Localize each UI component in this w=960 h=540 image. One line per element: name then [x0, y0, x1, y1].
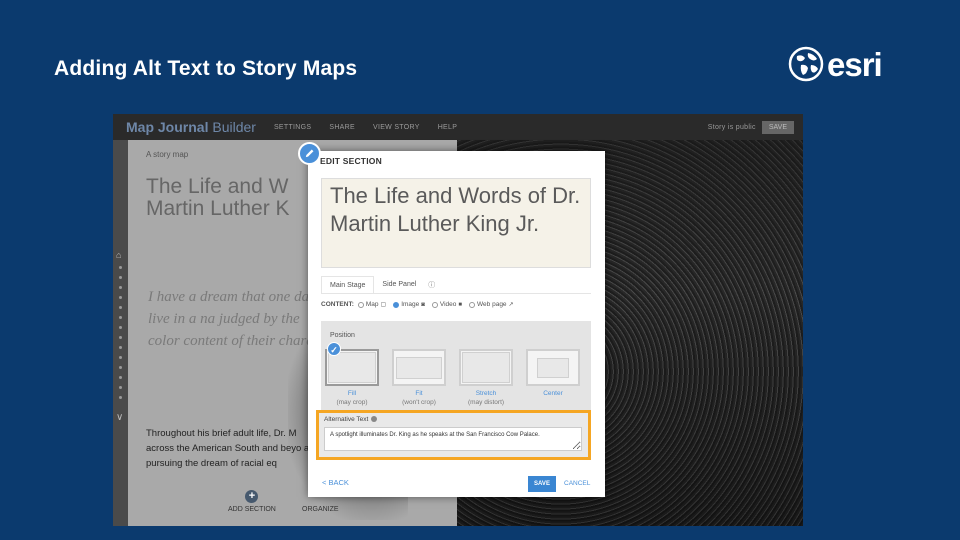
content-option-image[interactable]: Image ◙ — [393, 301, 425, 308]
back-button[interactable]: < BACK — [322, 478, 349, 487]
section-title-field[interactable]: The Life and Words of Dr. Martin Luther … — [321, 178, 591, 268]
info-icon[interactable]: ⓘ — [424, 276, 439, 293]
home-icon[interactable]: ⌂ — [116, 250, 121, 260]
menu-share[interactable]: SHARE — [329, 124, 355, 131]
nav-dot[interactable] — [119, 306, 122, 309]
story-quote: I have a dream that one day live in a na… — [148, 289, 316, 349]
nav-dot[interactable] — [119, 296, 122, 299]
nav-dot[interactable] — [119, 336, 122, 339]
story-label: A story map — [146, 150, 189, 159]
section-nav: ⌂ ∨ — [113, 140, 128, 526]
slide-title: Adding Alt Text to Story Maps — [54, 57, 358, 80]
nav-dot[interactable] — [119, 356, 122, 359]
external-link-icon: ↗ — [508, 302, 514, 308]
menu-help[interactable]: HELP — [438, 124, 458, 131]
builder-toolbar: Map Journal Builder SETTINGS SHARE VIEW … — [113, 114, 803, 140]
edit-section-dialog: EDIT SECTION The Life and Words of Dr. M… — [308, 151, 605, 497]
organize-button[interactable]: ORGANIZE — [302, 506, 339, 513]
nav-dot[interactable] — [119, 366, 122, 369]
app-title: Map Journal Builder — [126, 119, 256, 135]
globe-icon — [788, 46, 824, 82]
check-icon: ✓ — [327, 342, 341, 356]
menu-settings[interactable]: SETTINGS — [274, 124, 311, 131]
add-section-button[interactable]: + ADD SECTION — [228, 490, 276, 513]
alt-text-section: Alternative Text A spotlight illuminates… — [316, 410, 591, 460]
position-label: Position — [330, 332, 355, 339]
content-option-webpage[interactable]: Web page ↗ — [469, 301, 514, 308]
content-option-video[interactable]: Video ■ — [431, 301, 463, 308]
nav-dot[interactable] — [119, 286, 122, 289]
menu-view-story[interactable]: VIEW STORY — [373, 124, 420, 131]
save-button[interactable]: SAVE — [528, 476, 556, 492]
dialog-tabs: Main Stage Side Panel ⓘ — [321, 276, 591, 294]
nav-dot[interactable] — [119, 276, 122, 279]
nav-dot[interactable] — [119, 396, 122, 399]
nav-dot[interactable] — [119, 316, 122, 319]
position-stretch[interactable]: Stretch (may distort) — [458, 349, 514, 407]
chevron-down-icon[interactable]: ∨ — [116, 412, 123, 423]
position-fill[interactable]: Fill (may crop) — [324, 349, 380, 407]
position-selector: Position Fill (may crop) ✓ Fit (won't cr… — [321, 321, 591, 413]
story-map-builder-screenshot: Map Journal Builder SETTINGS SHARE VIEW … — [113, 114, 803, 526]
map-icon: ▢ — [380, 302, 387, 308]
story-status: Story is public — [707, 123, 756, 131]
content-type-selector: CONTENT: Map ▢ Image ◙ Video ■ Web page ↗ — [321, 301, 596, 308]
cancel-button[interactable]: CANCEL — [564, 480, 590, 487]
nav-dot[interactable] — [119, 386, 122, 389]
help-icon[interactable] — [371, 416, 378, 423]
story-body: Throughout his brief adult life, Dr. M a… — [146, 428, 320, 469]
nav-dot[interactable] — [119, 376, 122, 379]
camera-icon: ◙ — [421, 301, 425, 308]
add-section-label: ADD SECTION — [228, 506, 276, 513]
content-label: CONTENT: — [321, 301, 354, 308]
builder-save-button[interactable]: SAVE — [761, 120, 794, 134]
esri-logo: esri — [788, 44, 898, 84]
alt-text-field[interactable]: A spotlight illuminates Dr. King as he s… — [324, 427, 582, 451]
dialog-title: EDIT SECTION — [320, 156, 382, 166]
logo-wordmark: esri — [827, 45, 883, 83]
video-icon: ■ — [458, 301, 463, 308]
tab-side-panel[interactable]: Side Panel — [374, 276, 424, 293]
position-fit[interactable]: Fit (won't crop) — [391, 349, 447, 407]
alt-text-label: Alternative Text — [324, 416, 378, 423]
nav-dot[interactable] — [119, 326, 122, 329]
content-option-map[interactable]: Map ▢ — [357, 301, 387, 308]
edit-pencil-icon[interactable] — [298, 142, 321, 165]
tab-main-stage[interactable]: Main Stage — [321, 276, 375, 293]
story-heading: The Life and W Martin Luther K — [146, 175, 290, 220]
nav-dot[interactable] — [119, 346, 122, 349]
nav-dot[interactable] — [119, 266, 122, 269]
plus-icon: + — [245, 490, 259, 503]
position-center[interactable]: Center — [525, 349, 581, 398]
